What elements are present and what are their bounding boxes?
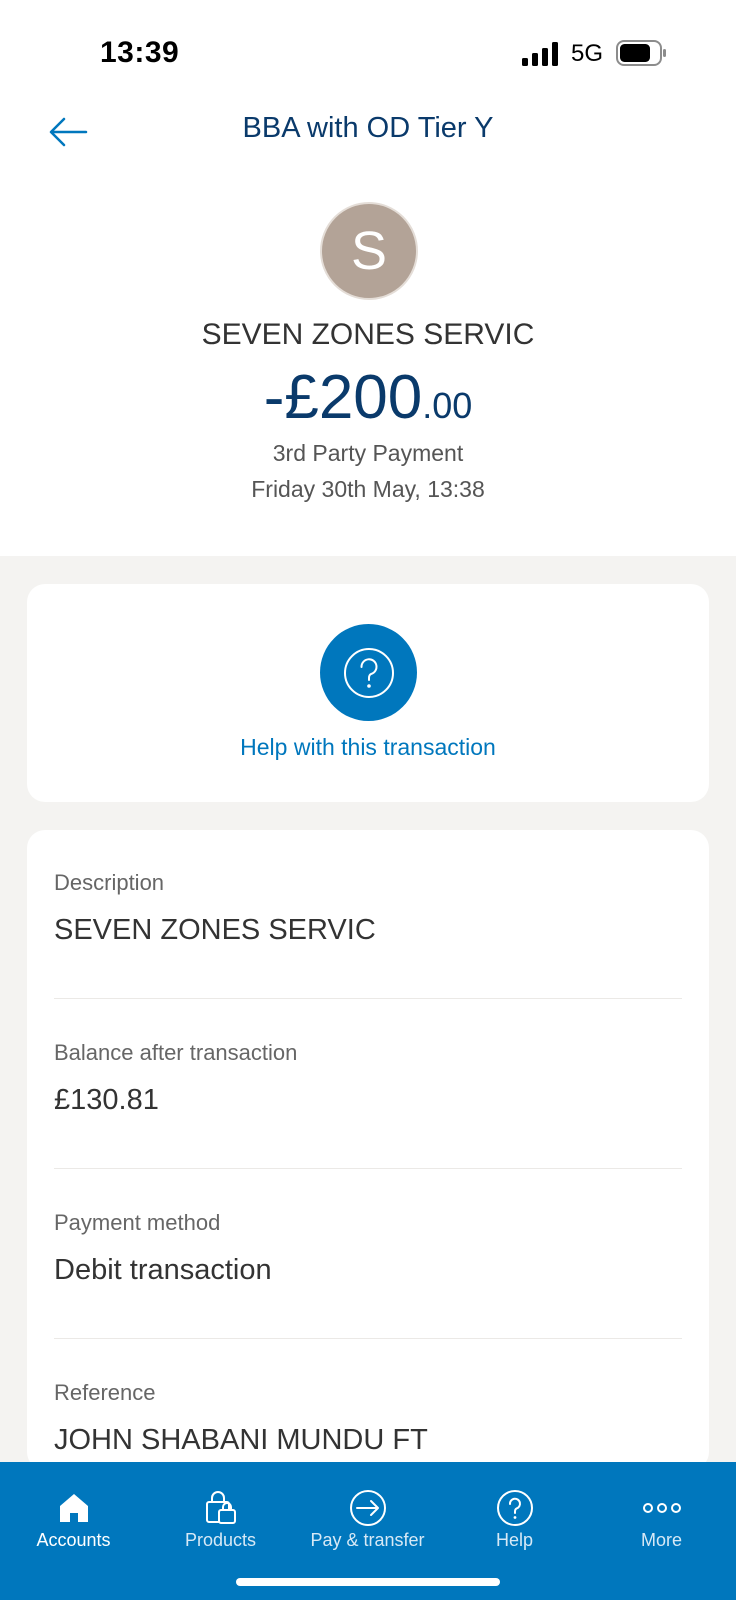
tab-help[interactable]: Help xyxy=(441,1462,588,1562)
detail-value: £130.81 xyxy=(54,1084,159,1116)
tab-accounts[interactable]: Accounts xyxy=(0,1462,147,1562)
help-transaction-link[interactable]: Help with this transaction xyxy=(27,734,709,761)
transaction-details-card: Description SEVEN ZONES SERVIC Balance a… xyxy=(27,830,709,1470)
tab-pay-transfer[interactable]: Pay & transfer xyxy=(294,1462,441,1562)
amount-major: -£200 xyxy=(263,363,423,432)
detail-label: Reference xyxy=(54,1380,156,1405)
detail-label: Balance after transaction xyxy=(54,1040,298,1065)
signal-strength-icon xyxy=(522,42,558,66)
status-time: 13:39 xyxy=(100,36,180,69)
tab-products[interactable]: Products xyxy=(147,1462,294,1562)
detail-balance: Balance after transaction £130.81 xyxy=(54,1040,682,1117)
home-icon xyxy=(54,1488,94,1528)
detail-label: Payment method xyxy=(54,1210,221,1235)
tab-more[interactable]: More xyxy=(588,1462,735,1562)
transaction-date: Friday 30th May, 13:38 xyxy=(251,476,485,502)
tab-label: Products xyxy=(184,1530,257,1550)
page-title: BBA with OD Tier Y xyxy=(242,112,494,144)
status-bar: 13:39 5G xyxy=(0,0,736,100)
network-type: 5G xyxy=(571,40,604,67)
amount-minor: .00 xyxy=(422,385,473,426)
battery-icon xyxy=(616,40,666,66)
detail-description: Description SEVEN ZONES SERVIC xyxy=(54,870,682,947)
transaction-summary-panel: 13:39 5G BBA with OD Tier Y S SEVEN ZONE… xyxy=(0,0,736,556)
header: BBA with OD Tier Y xyxy=(0,100,736,164)
transaction-amount: -£200.00 xyxy=(0,362,736,433)
more-dots-icon xyxy=(642,1488,682,1528)
avatar-initial: S xyxy=(350,221,388,281)
tab-label: Accounts xyxy=(36,1530,111,1550)
divider xyxy=(54,1168,682,1169)
transaction-type: 3rd Party Payment xyxy=(272,440,464,466)
detail-value: JOHN SHABANI MUNDU FT xyxy=(54,1424,428,1456)
help-transaction-button[interactable] xyxy=(320,624,417,721)
detail-payment-method: Payment method Debit transaction xyxy=(54,1210,682,1287)
transfer-arrow-icon xyxy=(348,1488,388,1528)
merchant-name: SEVEN ZONES SERVIC xyxy=(201,318,535,351)
shopping-bag-icon xyxy=(201,1488,241,1528)
tab-label: More xyxy=(640,1530,682,1550)
detail-value: SEVEN ZONES SERVIC xyxy=(54,914,376,946)
detail-label: Description xyxy=(54,870,165,895)
tab-label: Pay & transfer xyxy=(310,1530,425,1550)
divider xyxy=(54,1338,682,1339)
divider xyxy=(54,998,682,999)
detail-reference: Reference JOHN SHABANI MUNDU FT xyxy=(54,1380,682,1457)
home-indicator xyxy=(236,1578,500,1586)
help-icon xyxy=(495,1488,535,1528)
help-card: Help with this transaction xyxy=(27,584,709,802)
merchant-avatar: S xyxy=(320,202,418,300)
question-circle-icon xyxy=(343,647,394,698)
detail-value: Debit transaction xyxy=(54,1254,272,1286)
tab-label: Help xyxy=(495,1530,534,1550)
